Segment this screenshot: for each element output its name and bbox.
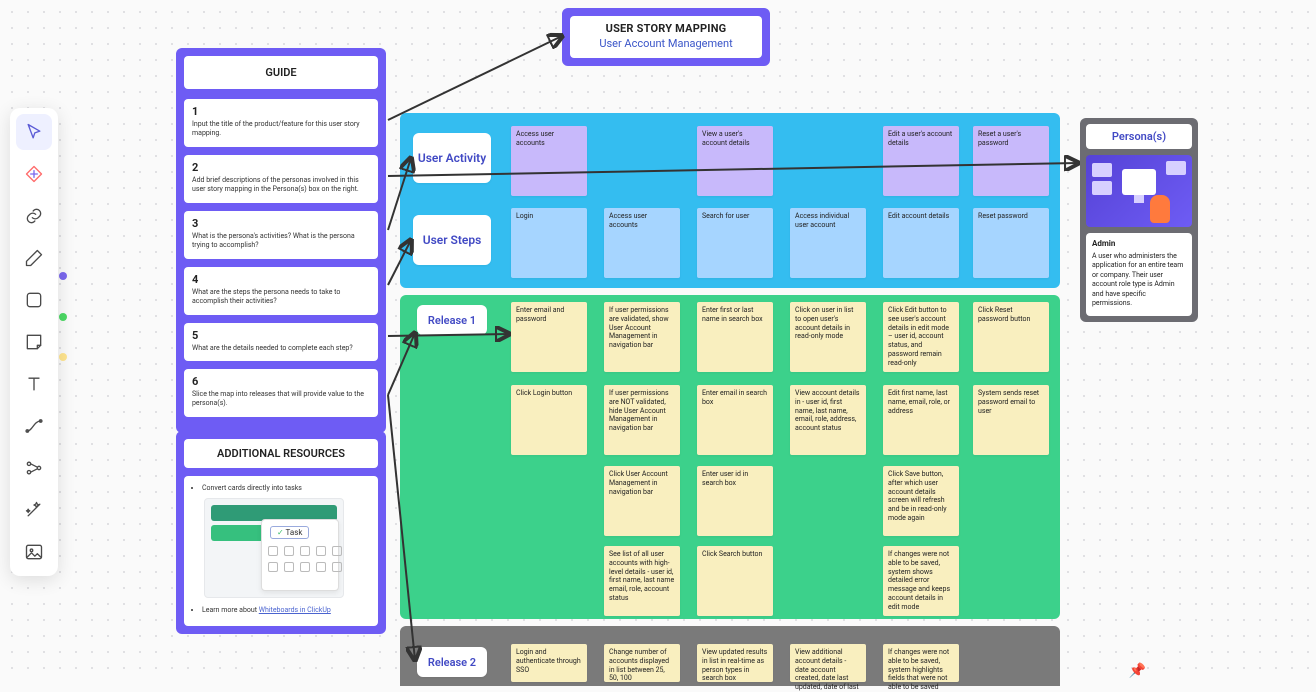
guide-step-text: What are the details needed to complete …	[192, 344, 370, 353]
guide-step-text: Slice the map into releases that will pr…	[192, 390, 370, 409]
step-card[interactable]: Access user accounts	[604, 208, 680, 278]
step-card[interactable]: Reset password	[973, 208, 1049, 278]
guide-step-number: 4	[192, 273, 370, 286]
palette-dot-yellow[interactable]	[59, 353, 67, 361]
story-card[interactable]: Enter first or last name in search box	[697, 302, 773, 372]
story-card[interactable]: Click Edit button to see user's account …	[883, 302, 959, 372]
text-tool[interactable]	[16, 366, 52, 402]
resources-item: Learn more about Whiteboards in ClickUp	[202, 606, 370, 614]
story-map-title[interactable]: USER STORY MAPPING User Account Manageme…	[562, 8, 770, 66]
guide-step-text: Add brief descriptions of the personas i…	[192, 176, 370, 195]
resources-header: ADDITIONAL RESOURCES	[184, 439, 378, 468]
story-card[interactable]: Click Login button	[511, 385, 587, 455]
pen-tool[interactable]	[16, 240, 52, 276]
persona-header: Persona(s)	[1086, 124, 1192, 149]
image-tool[interactable]	[16, 534, 52, 570]
activity-card[interactable]: Reset a user's password	[973, 126, 1049, 196]
activity-card[interactable]: View a user's account details	[697, 126, 773, 196]
activity-card[interactable]: Access user accounts	[511, 126, 587, 196]
persona-illustration	[1086, 155, 1192, 227]
guide-panel[interactable]: GUIDE 1 Input the title of the product/fe…	[176, 48, 386, 433]
story-card[interactable]: Enter email in search box	[697, 385, 773, 455]
guide-step-text: Input the title of the product/feature f…	[192, 120, 370, 139]
persona-description: Admin A user who administers the applica…	[1086, 233, 1192, 316]
diamond-plus-tool[interactable]	[16, 156, 52, 192]
story-card[interactable]: Click on user in list to open user's acc…	[790, 302, 866, 372]
guide-step-text: What are the steps the persona needs to …	[192, 288, 370, 307]
guide-header: GUIDE	[184, 56, 378, 89]
guide-step-1[interactable]: 1 Input the title of the product/feature …	[184, 99, 378, 147]
persona-name: Admin	[1092, 239, 1186, 250]
persona-text: A user who administers the application f…	[1092, 252, 1183, 307]
guide-step-text: What is the persona's activities? What i…	[192, 232, 370, 251]
story-card[interactable]: If changes were not able to be saved, sy…	[883, 644, 959, 682]
title-subject: User Account Management	[574, 37, 758, 50]
story-card[interactable]: Change number of accounts displayed in l…	[604, 644, 680, 682]
story-card[interactable]: View updated results in list in real-tim…	[697, 644, 773, 682]
story-card[interactable]: See list of all user accounts with high-…	[604, 546, 680, 616]
section-label-release1[interactable]: Release 1	[417, 305, 487, 335]
guide-step-4[interactable]: 4 What are the steps the persona needs to…	[184, 267, 378, 315]
guide-step-2[interactable]: 2 Add brief descriptions of the personas …	[184, 155, 378, 203]
resources-body: Convert cards directly into tasks Task L…	[184, 476, 378, 626]
story-card[interactable]: Login and authenticate through SSO	[511, 644, 587, 682]
step-card[interactable]: Search for user	[697, 208, 773, 278]
guide-step-5[interactable]: 5 What are the details needed to complete…	[184, 323, 378, 361]
story-card[interactable]: Click User Account Management in navigat…	[604, 466, 680, 536]
tool-palette	[10, 108, 58, 576]
pin-icon[interactable]: 📌	[1129, 663, 1146, 679]
cursor-tool[interactable]	[16, 114, 52, 150]
guide-step-3[interactable]: 3 What is the persona's activities? What …	[184, 211, 378, 259]
story-card[interactable]: If changes were not able to be saved, sy…	[883, 546, 959, 616]
section-label-user-steps[interactable]: User Steps	[413, 215, 491, 265]
story-card[interactable]: Click Search button	[697, 546, 773, 616]
ai-magic-tool[interactable]	[16, 492, 52, 528]
resources-panel[interactable]: ADDITIONAL RESOURCES Convert cards direc…	[176, 431, 386, 634]
story-card[interactable]: If user permissions are validated, show …	[604, 302, 680, 372]
story-card[interactable]: If user permissions are NOT validated, h…	[604, 385, 680, 455]
palette-dot-green[interactable]	[59, 313, 67, 321]
story-card[interactable]: Click Save button, after which user acco…	[883, 466, 959, 536]
connector-tool[interactable]	[16, 408, 52, 444]
story-card[interactable]: View account details in - user id, first…	[790, 385, 866, 455]
guide-step-number: 3	[192, 217, 370, 230]
resources-preview-image: Task	[204, 498, 344, 598]
story-card[interactable]: Enter user id in search box	[697, 466, 773, 536]
step-card[interactable]: Edit account details	[883, 208, 959, 278]
resources-item: Convert cards directly into tasks	[202, 484, 370, 492]
activity-card[interactable]: Edit a user's account details	[883, 126, 959, 196]
step-card[interactable]: Access individual user account	[790, 208, 866, 278]
link-tool[interactable]	[16, 198, 52, 234]
guide-step-6[interactable]: 6 Slice the map into releases that will p…	[184, 369, 378, 417]
story-card[interactable]: View additional account details - date a…	[790, 644, 866, 682]
story-card[interactable]: Click Reset password button	[973, 302, 1049, 372]
title-label: USER STORY MAPPING	[574, 22, 758, 35]
resources-link[interactable]: Whiteboards in ClickUp	[259, 606, 331, 614]
guide-step-number: 5	[192, 329, 370, 342]
guide-step-number: 2	[192, 161, 370, 174]
guide-step-number: 6	[192, 375, 370, 388]
section-label-release2[interactable]: Release 2	[417, 647, 487, 677]
story-card[interactable]: System sends reset password email to use…	[973, 385, 1049, 455]
shape-tool[interactable]	[16, 282, 52, 318]
guide-step-number: 1	[192, 105, 370, 118]
story-card[interactable]: Enter email and password	[511, 302, 587, 372]
graph-tool[interactable]	[16, 450, 52, 486]
palette-dot-purple[interactable]	[59, 272, 67, 280]
persona-panel[interactable]: Persona(s) Admin A user who administers …	[1080, 118, 1198, 322]
section-label-user-activity[interactable]: User Activity	[413, 133, 491, 183]
step-card[interactable]: Login	[511, 208, 587, 278]
sticky-note-tool[interactable]	[16, 324, 52, 360]
story-card[interactable]: Edit first name, last name, email, role,…	[883, 385, 959, 455]
